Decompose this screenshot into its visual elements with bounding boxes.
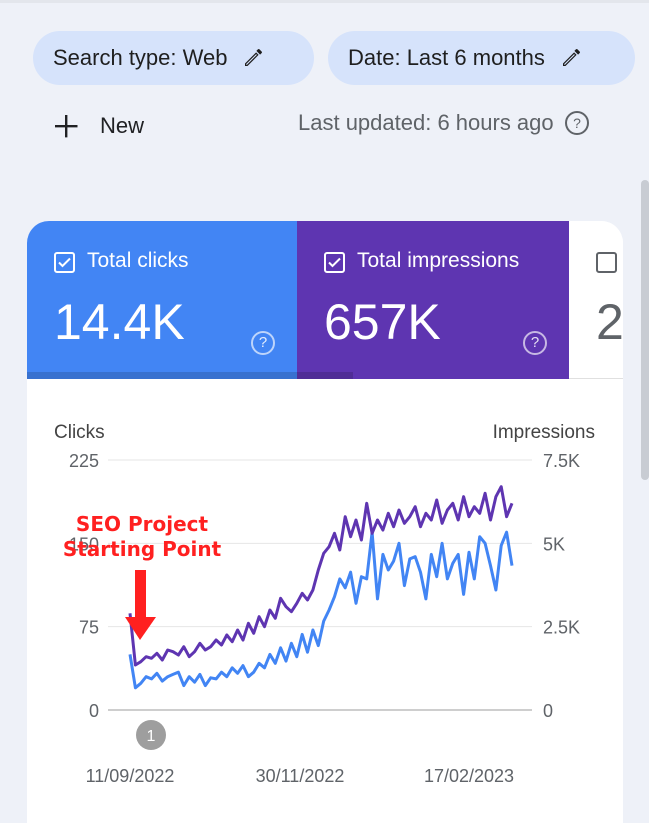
- annotation-marker-number: 1: [147, 728, 156, 745]
- left-axis-tick-label: 75: [79, 618, 99, 638]
- red-arrow-icon: [125, 570, 156, 640]
- right-axis-tick-label: 5K: [543, 534, 565, 554]
- annotation-text-line2: Starting Point: [63, 537, 222, 561]
- annotation-marker[interactable]: 1: [136, 720, 166, 750]
- left-axis-tick-label: 225: [69, 451, 99, 471]
- performance-chart: Clicks Impressions 225 7.5K150 5K75 2.5K0 0 …: [54, 422, 595, 786]
- right-axis-tick-label: 2.5K: [543, 618, 580, 638]
- annotation-text-line1: SEO Project: [76, 512, 209, 536]
- right-axis-title: Impressions: [493, 422, 595, 443]
- x-axis-tick-label: 17/02/2023: [424, 766, 514, 786]
- x-axis-tick-label: 11/09/2022: [86, 766, 175, 786]
- right-axis-tick-label: 7.5K: [543, 451, 580, 471]
- right-axis-tick-label: 0: [543, 701, 553, 721]
- left-axis-tick-label: 0: [89, 701, 99, 721]
- left-axis-title: Clicks: [54, 422, 105, 443]
- x-axis-tick-label: 30/11/2022: [256, 766, 345, 786]
